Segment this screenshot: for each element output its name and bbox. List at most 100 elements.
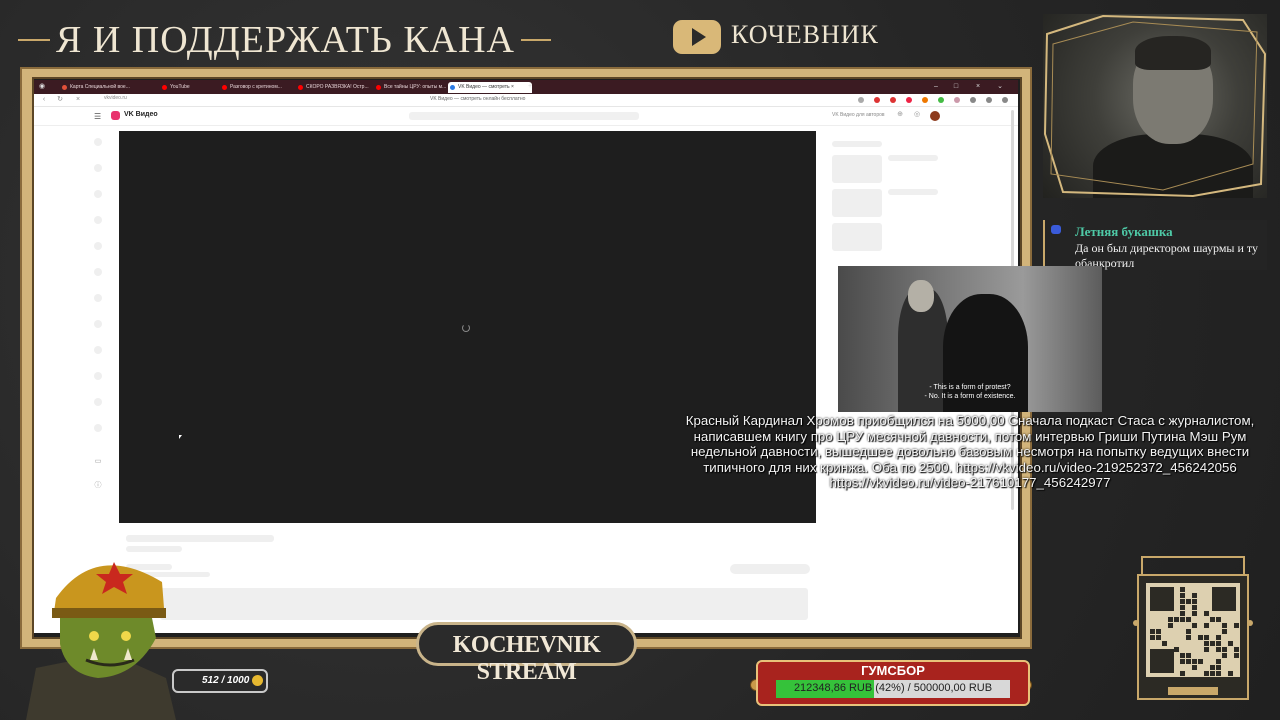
site-header: ☰ VK Видео VK Видео для авторов ⊕ ◎ [34,107,1018,126]
tab-label: СКОРО РАЗВЯЗКА! Остр... [306,84,369,90]
channel-name: КОЧЕВНИК [731,20,879,49]
stream-name-text: KOCHEVNIK STREAM [452,632,601,685]
banner-title: Я И ПОДДЕРЖАТЬ КАНА [56,19,515,61]
extension-icon[interactable] [938,97,944,103]
discord-icon [1051,225,1061,234]
tab-label: Разговор с кретином... [230,84,282,90]
tab-label: Все тайны ЦРУ: опыты м... [384,84,447,90]
menu-icon[interactable]: ☰ [94,112,101,121]
author-link[interactable]: VK Видео для авторов [832,112,885,118]
bookmark-icon[interactable] [858,97,864,103]
nav-item[interactable] [94,164,102,172]
home-icon[interactable]: × [74,96,82,104]
orc-mascot-image [26,562,176,720]
nav-item[interactable] [94,242,102,250]
upload-icon[interactable]: ⊕ [896,111,904,119]
nav-item[interactable] [94,320,102,328]
webcam-frame [1043,14,1267,198]
goal-progress-track: 212348,86 RUB (42%) / 500000,00 RUB [776,680,1010,698]
donation-alert-text: Красный Кардинал Хромов приобщился на 50… [685,413,1255,490]
nav-item[interactable] [94,268,102,276]
site-name[interactable]: VK Видео [124,111,158,118]
download-icon[interactable] [986,97,992,103]
tab-favicon [450,85,455,90]
nav-item[interactable] [94,216,102,224]
mouse-cursor-icon [179,435,182,439]
tab-label: Карта Специальной вое... [70,84,130,90]
donation-goal: ГУМСБОР 212348,86 RUB (42%) / 500000,00 … [756,660,1030,706]
browser-tab-active[interactable]: VK Видео — смотреть × [448,82,532,93]
recommendation-placeholder [888,155,938,161]
address-bar: ‹ ↻ × vkvideo.ru VK Видео — смотреть онл… [34,94,1018,107]
url-field[interactable]: vkvideo.ru [104,95,127,101]
minimize-icon[interactable]: – [932,83,940,91]
recommendation-placeholder [888,189,938,195]
notifications-icon[interactable]: ◎ [913,111,921,119]
film-clip: - This is a form of protest? - No. It is… [838,266,1102,412]
extension-icon[interactable] [922,97,928,103]
avatar[interactable] [930,111,940,121]
close-window-icon[interactable]: × [974,83,982,91]
nav-item[interactable] [94,424,102,432]
browser-tab[interactable]: Карта Специальной вое... [60,82,154,93]
tab-bar: ◉ Карта Специальной вое... YouTube Разго… [34,80,1018,94]
goal-progress-label: 212348,86 RUB (42%) / 500000,00 RUB [793,682,993,694]
extension-icon[interactable] [906,97,912,103]
tab-label: VK Видео — смотреть × [458,84,514,90]
nav-item[interactable] [94,398,102,406]
tab-favicon [298,85,303,90]
film-subtitle: - No. It is a form of existence. [924,393,1016,400]
recommendation-placeholder [832,141,882,147]
youtube-icon [673,20,721,54]
vk-video-logo[interactable] [111,111,120,120]
loading-spinner-icon [462,324,470,332]
extension-icon[interactable] [970,97,976,103]
nav-item[interactable] [94,346,102,354]
tv-icon[interactable]: ▭ [94,458,102,466]
actions-placeholder [730,564,810,574]
film-subtitle: - This is a form of protest? [929,384,1011,391]
goal-title: ГУМСБОР [861,663,925,678]
tab-list-icon[interactable]: ⌄ [996,83,1004,91]
reload-icon[interactable]: ↻ [56,96,64,104]
film-figure-left-head [908,280,934,312]
recommendation-placeholder [832,223,882,251]
extension-icon[interactable] [874,97,880,103]
follower-counter: 512 / 1000 [172,669,268,693]
qr-code-image [1133,556,1253,700]
info-icon[interactable]: ⓘ [94,482,102,490]
back-icon[interactable]: ‹ [40,96,48,104]
tab-favicon [376,85,381,90]
browser-menu-icon[interactable]: ◉ [38,83,46,91]
tab-favicon [162,85,167,90]
profile-icon[interactable] [1002,97,1008,103]
banner-line-left [18,39,50,41]
tab-favicon [62,85,67,90]
coin-icon [252,675,263,686]
maximize-icon[interactable]: □ [952,83,960,91]
browser-tab[interactable]: СКОРО РАЗВЯЗКА! Остр... [296,82,380,93]
page-title: VK Видео — смотреть онлайн бесплатно [430,96,526,102]
top-banner: Я И ПОДДЕРЖАТЬ КАНА [18,14,551,66]
search-input[interactable] [409,112,639,120]
nav-item[interactable] [94,190,102,198]
recommendations-column [822,131,952,261]
nav-item[interactable] [94,372,102,380]
follower-counter-value: 512 / 1000 [202,675,250,686]
chat-username: Летняя букашка [1075,224,1173,239]
nav-item[interactable] [94,294,102,302]
chat-text: Да он был директором шаурмы и ту обанкро… [1075,241,1259,270]
video-title-placeholder [126,535,274,542]
recommendation-placeholder [832,189,882,217]
browser-tab[interactable]: Все тайны ЦРУ: опыты м... [374,82,456,93]
recommendation-placeholder [832,155,882,183]
extension-icon[interactable] [954,97,960,103]
stream-name-badge: KOCHEVNIK STREAM [416,622,637,685]
extension-icon[interactable] [890,97,896,103]
new-tab-icon[interactable]: + [526,83,534,91]
chat-message: Летняя букашка Да он был директором шаур… [1043,220,1267,270]
nav-item[interactable] [94,138,102,146]
description-placeholder [160,588,808,620]
tab-label: YouTube [170,84,190,90]
browser-tab[interactable]: Разговор с кретином... [220,82,300,93]
